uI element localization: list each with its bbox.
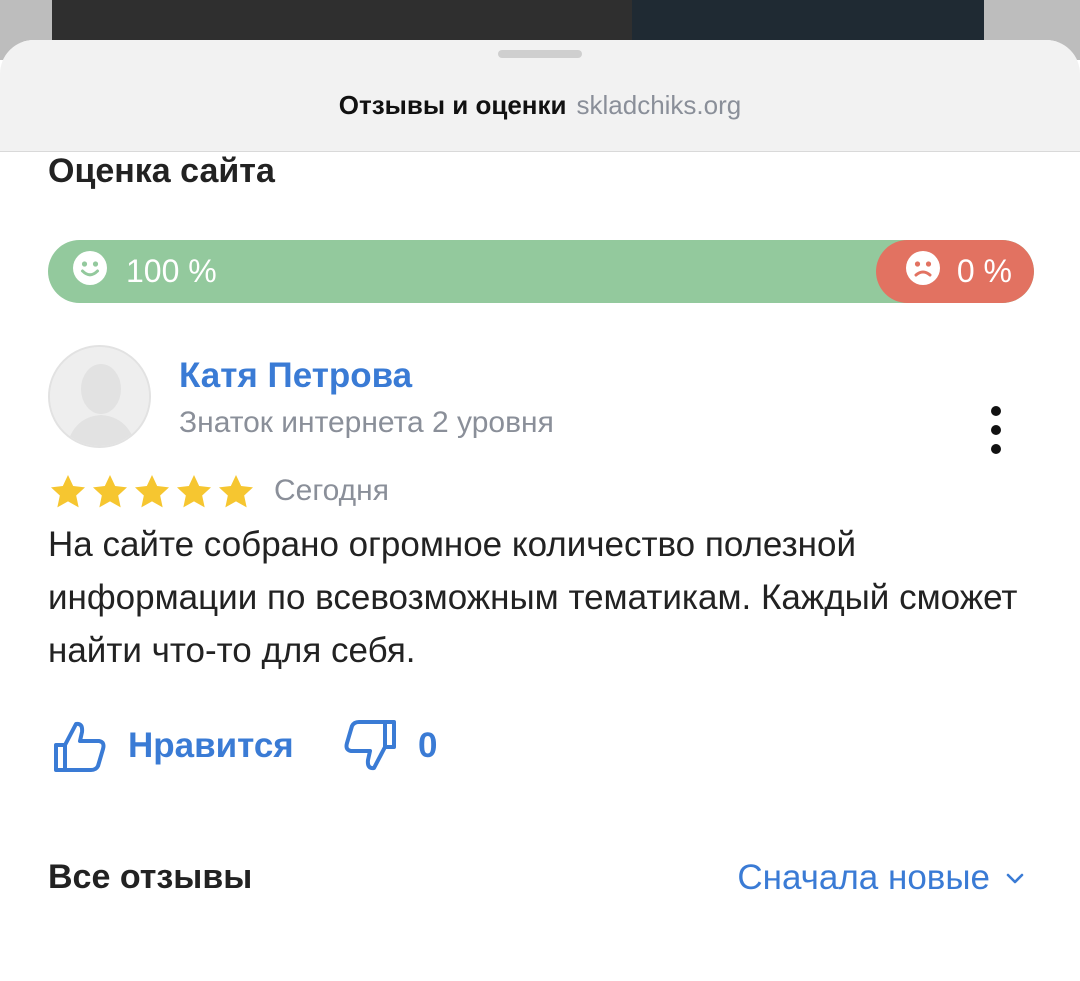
avatar-placeholder-icon [50, 347, 149, 446]
more-vertical-icon[interactable] [978, 400, 1014, 460]
star-icon [51, 475, 85, 508]
site-rating-title: Оценка сайта [48, 152, 275, 190]
positive-percent: 100 % [126, 253, 217, 289]
sheet-title: Отзывы и оценки skladchiks.org [0, 90, 1080, 121]
thumbs-down-icon [344, 720, 396, 771]
drag-handle[interactable] [498, 50, 582, 58]
sheet-title-domain: skladchiks.org [576, 90, 742, 120]
all-reviews-title: Все отзывы [48, 858, 253, 896]
review-date: Сегодня [274, 474, 389, 507]
positive-rating: 100 % [72, 240, 217, 303]
dislike-count: 0 [418, 726, 438, 765]
star-icon [93, 475, 127, 508]
thumbs-up-icon [54, 721, 106, 772]
star-icon [219, 475, 253, 508]
like-label: Нравится [128, 726, 294, 765]
smile-icon [72, 250, 108, 294]
chevron-down-icon [1006, 873, 1024, 884]
sad-icon [905, 250, 941, 294]
sort-select[interactable]: Сначала новые [737, 858, 1026, 898]
star-icon [135, 475, 169, 508]
site-rating-bar: 100 % 0 % [48, 240, 1034, 303]
sort-label: Сначала новые [737, 858, 990, 897]
sheet-header: Отзывы и оценки skladchiks.org [0, 40, 1080, 152]
negative-percent: 0 % [956, 253, 1012, 289]
dislike-button[interactable]: 0 [342, 716, 437, 776]
star-icon [177, 475, 211, 508]
negative-rating: 0 % [905, 240, 1012, 303]
review-text: На сайте собрано огромное количество пол… [48, 525, 1018, 670]
negative-rating-segment: 0 % [876, 240, 1034, 303]
sheet-title-text: Отзывы и оценки [338, 90, 567, 120]
like-button[interactable]: Нравится [52, 716, 294, 776]
more-dot [991, 425, 1001, 435]
review-author-name[interactable]: Катя Петрова [179, 356, 412, 396]
review-stars [48, 472, 256, 514]
more-dot [991, 444, 1001, 454]
review-author-level: Знаток интернета 2 уровня [179, 406, 554, 439]
more-dot [991, 406, 1001, 416]
avatar[interactable] [48, 345, 151, 448]
